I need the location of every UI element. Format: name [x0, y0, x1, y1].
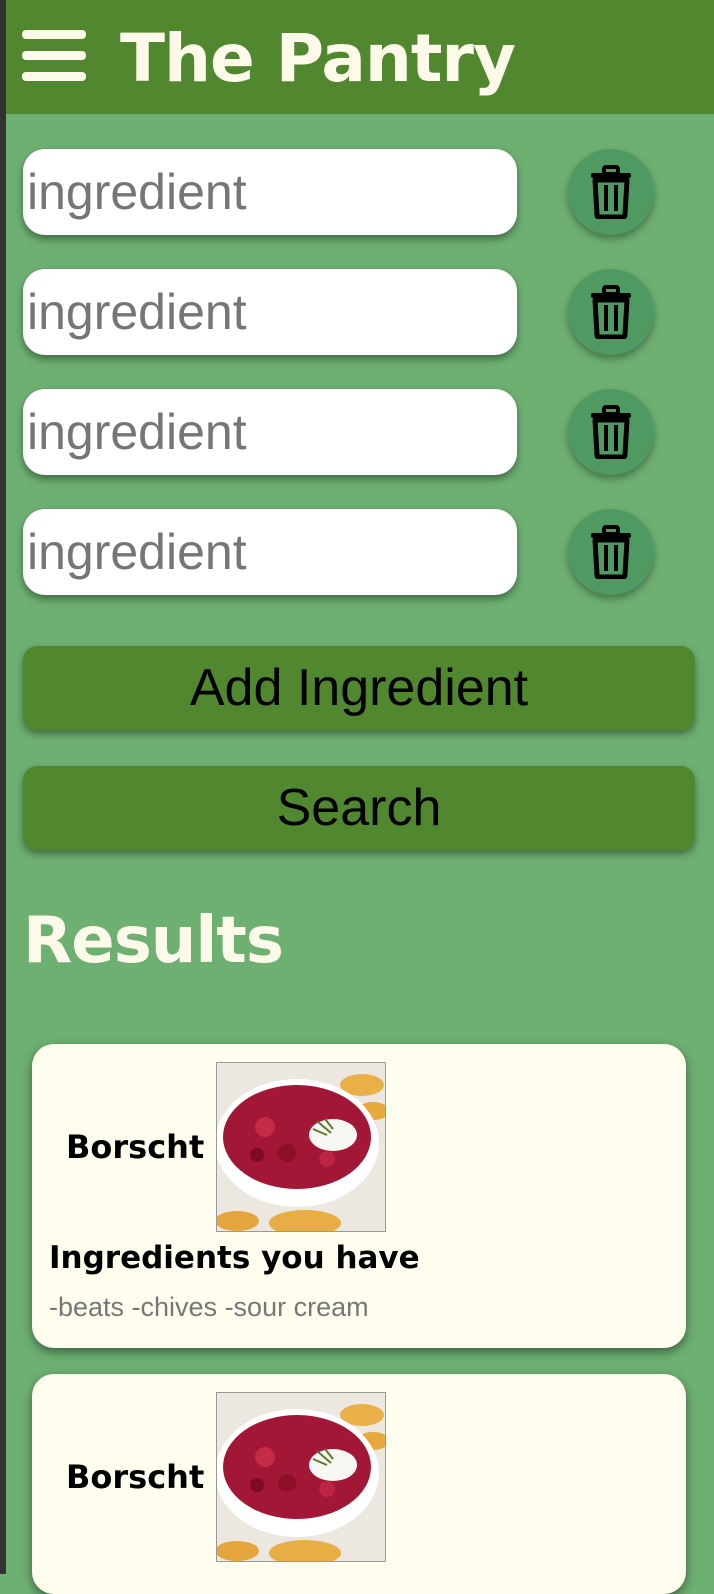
app-title: The Pantry	[120, 20, 516, 97]
ingredients-you-have-heading: Ingredients you have	[49, 1240, 420, 1276]
delete-ingredient-button[interactable]	[568, 389, 654, 475]
trash-icon	[591, 405, 631, 459]
trash-icon	[591, 165, 631, 219]
left-window-edge	[0, 0, 6, 1574]
results-heading: Results	[23, 904, 284, 978]
ingredient-row	[23, 509, 703, 597]
ingredient-row	[23, 149, 703, 237]
delete-ingredient-button[interactable]	[568, 149, 654, 235]
ingredients-you-have-list: -beats -chives -sour cream	[49, 1292, 369, 1322]
ingredient-row	[23, 389, 703, 477]
recipe-name: Borscht	[66, 1128, 205, 1166]
recipe-card[interactable]: Borscht	[32, 1374, 686, 1594]
recipe-name: Borscht	[66, 1458, 205, 1496]
recipe-image	[216, 1062, 386, 1232]
trash-icon	[591, 285, 631, 339]
delete-ingredient-button[interactable]	[568, 509, 654, 595]
ingredient-input[interactable]	[23, 269, 517, 355]
app-header: The Pantry	[6, 0, 714, 114]
recipe-card[interactable]: Borscht Ingredients you have -beats -chi…	[32, 1044, 686, 1348]
ingredient-row	[23, 269, 703, 357]
hamburger-menu-icon[interactable]	[22, 30, 86, 86]
ingredient-input[interactable]	[23, 149, 517, 235]
ingredient-input[interactable]	[23, 509, 517, 595]
search-button[interactable]: Search	[23, 766, 695, 850]
add-ingredient-button[interactable]: Add Ingredient	[23, 646, 695, 730]
ingredient-input[interactable]	[23, 389, 517, 475]
trash-icon	[591, 525, 631, 579]
delete-ingredient-button[interactable]	[568, 269, 654, 355]
recipe-image	[216, 1392, 386, 1562]
